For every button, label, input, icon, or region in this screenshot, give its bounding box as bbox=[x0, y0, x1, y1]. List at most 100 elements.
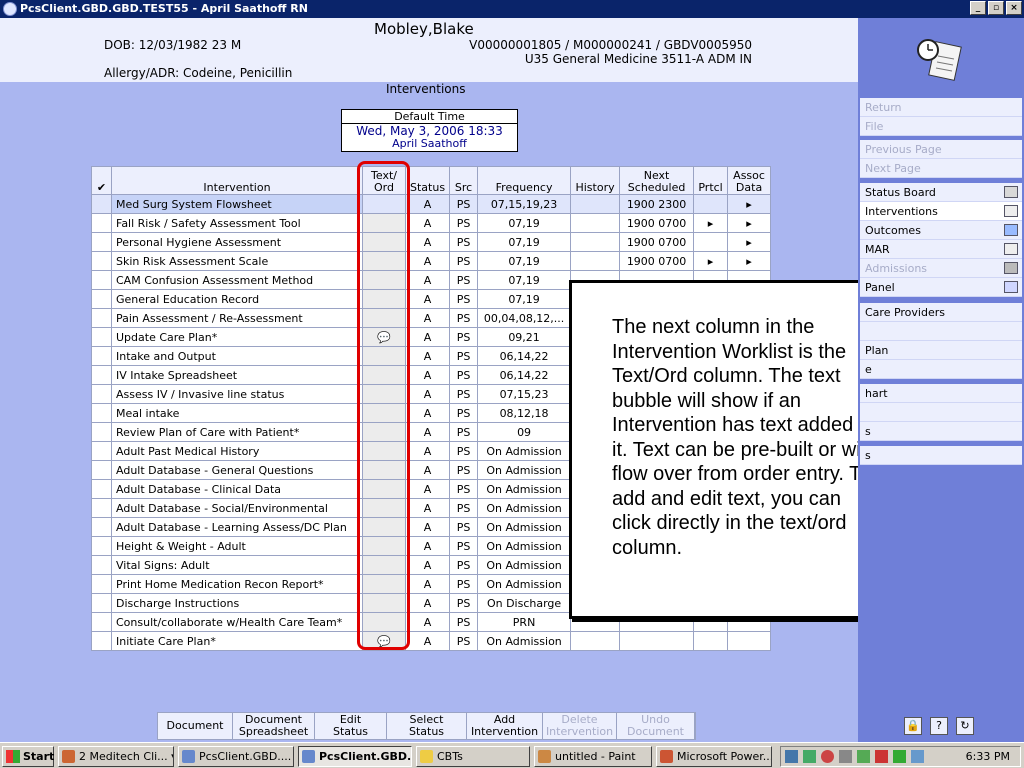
next-scheduled-cell[interactable]: 1900 0700 bbox=[619, 251, 695, 271]
row-check-cell[interactable] bbox=[91, 441, 112, 461]
status-cell[interactable]: A bbox=[404, 593, 451, 613]
intervention-cell[interactable]: Assess IV / Invasive line status bbox=[111, 384, 363, 404]
nav-item-hart[interactable]: hart bbox=[860, 384, 1022, 403]
document-spreadsheet-button[interactable]: Document Spreadsheet bbox=[233, 713, 315, 739]
status-cell[interactable]: A bbox=[404, 308, 451, 328]
status-cell[interactable]: A bbox=[404, 384, 451, 404]
src-cell[interactable]: PS bbox=[449, 194, 479, 214]
nav-item-admissions[interactable]: Admissions bbox=[860, 259, 1022, 278]
intervention-cell[interactable]: Discharge Instructions bbox=[111, 593, 363, 613]
edit-status-button[interactable]: Edit Status bbox=[315, 713, 387, 739]
src-cell[interactable]: PS bbox=[449, 289, 479, 309]
frequency-cell[interactable]: On Admission bbox=[477, 631, 572, 651]
nav-item-s[interactable]: s bbox=[860, 446, 1022, 465]
status-cell[interactable]: A bbox=[404, 612, 451, 632]
intervention-cell[interactable]: Print Home Medication Recon Report* bbox=[111, 574, 363, 594]
src-cell[interactable]: PS bbox=[449, 422, 479, 442]
assoc-data-cell[interactable] bbox=[727, 631, 772, 651]
wireless-icon[interactable] bbox=[893, 750, 906, 763]
row-check-cell[interactable] bbox=[91, 574, 112, 594]
taskbar-item[interactable]: Microsoft Power... bbox=[656, 746, 772, 767]
src-cell[interactable]: PS bbox=[449, 574, 479, 594]
textord-cell[interactable] bbox=[362, 517, 406, 537]
intervention-cell[interactable]: Skin Risk Assessment Scale bbox=[111, 251, 363, 271]
history-cell[interactable] bbox=[570, 631, 621, 651]
nav-item-outcomes[interactable]: Outcomes bbox=[860, 221, 1022, 240]
intervention-cell[interactable]: Adult Database - General Questions bbox=[111, 460, 363, 480]
intervention-cell[interactable]: Fall Risk / Safety Assessment Tool bbox=[111, 213, 363, 233]
refresh-icon[interactable]: ↻ bbox=[956, 717, 974, 735]
col-intervention[interactable]: Intervention bbox=[111, 166, 363, 195]
next-scheduled-cell[interactable]: 1900 0700 bbox=[619, 213, 695, 233]
table-row[interactable]: Fall Risk / Safety Assessment Tool A PS 07,… bbox=[91, 213, 772, 233]
textord-cell[interactable] bbox=[362, 365, 406, 385]
nav-item-interventions[interactable]: Interventions bbox=[860, 202, 1022, 221]
frequency-cell[interactable]: 07,15,19,23 bbox=[477, 194, 572, 214]
frequency-cell[interactable]: On Admission bbox=[477, 574, 572, 594]
textord-cell[interactable] bbox=[362, 251, 406, 271]
frequency-cell[interactable]: 06,14,22 bbox=[477, 346, 572, 366]
frequency-cell[interactable]: 07,19 bbox=[477, 289, 572, 309]
src-cell[interactable]: PS bbox=[449, 384, 479, 404]
nav-item-previous-page[interactable]: Previous Page bbox=[860, 140, 1022, 159]
frequency-cell[interactable]: On Admission bbox=[477, 479, 572, 499]
textord-cell[interactable] bbox=[362, 213, 406, 233]
nav-item-plan[interactable]: Plan bbox=[860, 341, 1022, 360]
nav-item-status-board[interactable]: Status Board bbox=[860, 183, 1022, 202]
maximize-button[interactable]: ▫ bbox=[988, 1, 1004, 15]
status-cell[interactable]: A bbox=[404, 498, 451, 518]
row-check-cell[interactable] bbox=[91, 460, 112, 480]
status-cell[interactable]: A bbox=[404, 441, 451, 461]
textord-cell[interactable] bbox=[362, 270, 406, 290]
row-check-cell[interactable] bbox=[91, 517, 112, 537]
src-cell[interactable]: PS bbox=[449, 232, 479, 252]
nav-item-blank[interactable] bbox=[860, 403, 1022, 422]
minimize-button[interactable]: _ bbox=[970, 1, 986, 15]
next-scheduled-cell[interactable]: 1900 2300 bbox=[619, 194, 695, 214]
textord-cell[interactable] bbox=[362, 194, 406, 214]
col-src[interactable]: Src bbox=[449, 166, 479, 195]
start-button[interactable]: Start bbox=[2, 746, 54, 767]
lock-icon[interactable]: 🔒 bbox=[904, 717, 922, 735]
row-check-cell[interactable] bbox=[91, 232, 112, 252]
col-next-scheduled[interactable]: Next Scheduled bbox=[619, 166, 695, 195]
status-cell[interactable]: A bbox=[404, 517, 451, 537]
textord-cell[interactable] bbox=[362, 574, 406, 594]
frequency-cell[interactable]: PRN bbox=[477, 612, 572, 632]
help-icon[interactable]: ? bbox=[930, 717, 948, 735]
tray-app-icon[interactable] bbox=[875, 750, 888, 763]
textord-cell[interactable]: 💬 bbox=[362, 631, 406, 651]
document-button[interactable]: Document bbox=[158, 713, 233, 739]
status-cell[interactable]: A bbox=[404, 574, 451, 594]
col-status[interactable]: Status bbox=[404, 166, 451, 195]
row-check-cell[interactable] bbox=[91, 612, 112, 632]
row-check-cell[interactable] bbox=[91, 327, 112, 347]
antivirus-icon[interactable] bbox=[821, 750, 834, 763]
history-cell[interactable] bbox=[570, 213, 621, 233]
textord-cell[interactable] bbox=[362, 612, 406, 632]
col-history[interactable]: History bbox=[570, 166, 621, 195]
frequency-cell[interactable]: 09 bbox=[477, 422, 572, 442]
nav-item-e[interactable]: e bbox=[860, 360, 1022, 379]
status-cell[interactable]: A bbox=[404, 194, 451, 214]
textord-cell[interactable] bbox=[362, 593, 406, 613]
src-cell[interactable]: PS bbox=[449, 479, 479, 499]
src-cell[interactable]: PS bbox=[449, 403, 479, 423]
src-cell[interactable]: PS bbox=[449, 251, 479, 271]
frequency-cell[interactable]: On Admission bbox=[477, 517, 572, 537]
nav-item-return[interactable]: Return bbox=[860, 98, 1022, 117]
intervention-cell[interactable]: Adult Database - Clinical Data bbox=[111, 479, 363, 499]
status-cell[interactable]: A bbox=[404, 251, 451, 271]
row-check-cell[interactable] bbox=[91, 289, 112, 309]
src-cell[interactable]: PS bbox=[449, 517, 479, 537]
row-check-cell[interactable] bbox=[91, 270, 112, 290]
nav-item-blank[interactable] bbox=[860, 322, 1022, 341]
taskbar-item[interactable]: untitled - Paint bbox=[534, 746, 652, 767]
nav-item-panel[interactable]: Panel bbox=[860, 278, 1022, 297]
prtcl-cell[interactable] bbox=[693, 232, 729, 252]
intervention-cell[interactable]: Height & Weight - Adult bbox=[111, 536, 363, 556]
frequency-cell[interactable]: 07,19 bbox=[477, 232, 572, 252]
taskbar-item[interactable]: PcsClient.GBD... bbox=[298, 746, 412, 767]
intervention-cell[interactable]: Meal intake bbox=[111, 403, 363, 423]
textord-cell[interactable] bbox=[362, 232, 406, 252]
